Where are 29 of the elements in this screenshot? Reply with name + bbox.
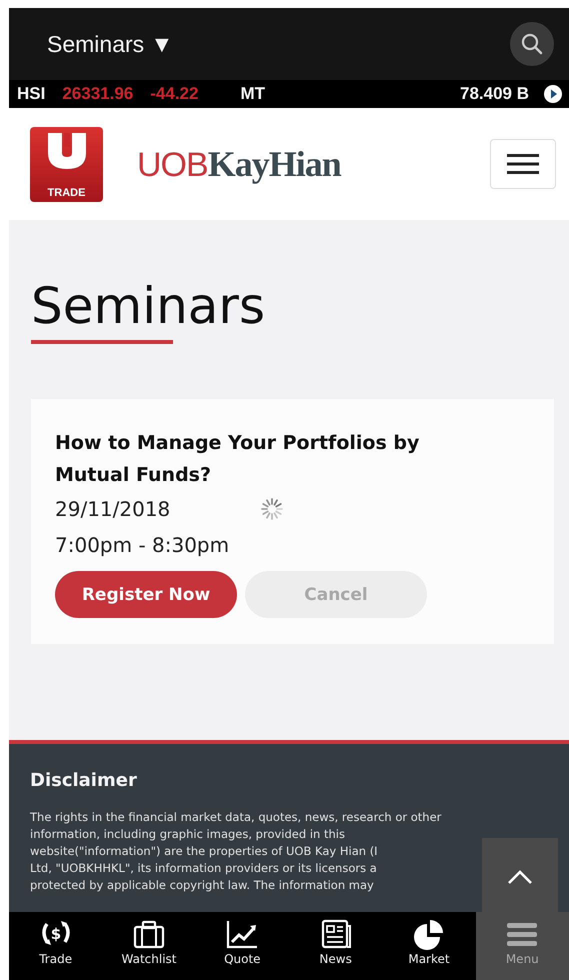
page-title-dropdown[interactable]: Seminars ▼ — [47, 30, 174, 58]
index-change: -44.22 — [150, 84, 198, 104]
turnover-value: 78.409 B — [460, 84, 529, 104]
register-button[interactable]: Register Now — [55, 571, 237, 618]
page-heading: Seminars — [31, 276, 266, 336]
disclaimer-text-line: Ltd, "UOBKHHKL", its information providers or its licensors a — [30, 860, 378, 877]
chevron-up-icon — [507, 869, 533, 885]
brand-wordmark: UOBKayHian — [137, 143, 341, 185]
disclaimer-text-line: protected by applicable copyright law. The information may — [30, 877, 375, 894]
search-button[interactable] — [510, 22, 554, 66]
seminar-time: 7:00pm - 8:30pm — [55, 532, 230, 559]
index-name: HSI — [17, 84, 46, 104]
menu-icon — [507, 153, 539, 175]
nav-tab[interactable]: Menu — [476, 912, 569, 980]
seminar-title: How to Manage Your Portfolios by Mutual Funds? — [55, 431, 420, 488]
disclaimer-title: Disclaimer — [30, 770, 138, 791]
search-icon — [521, 33, 543, 55]
disclaimer-text-line: website("information") are the properties of UOB Kay Hian (I — [30, 843, 379, 860]
play-icon[interactable] — [543, 84, 563, 104]
menu-button[interactable] — [490, 139, 556, 189]
logo-badge-text: TRADE — [48, 186, 86, 198]
index-value: 26331.96 — [62, 84, 134, 104]
line-chart-icon — [225, 918, 260, 950]
disclaimer-text-line: The rights in the financial market data, quotes, news, research or other — [30, 809, 442, 826]
turnover-label: MT — [240, 84, 265, 104]
briefcase-icon — [132, 918, 166, 950]
pie-chart-icon — [412, 918, 446, 950]
seminar-date: 29/11/2018 — [55, 496, 170, 523]
disclaimer-text-line: information, including graphic images, provided in this — [30, 826, 346, 843]
